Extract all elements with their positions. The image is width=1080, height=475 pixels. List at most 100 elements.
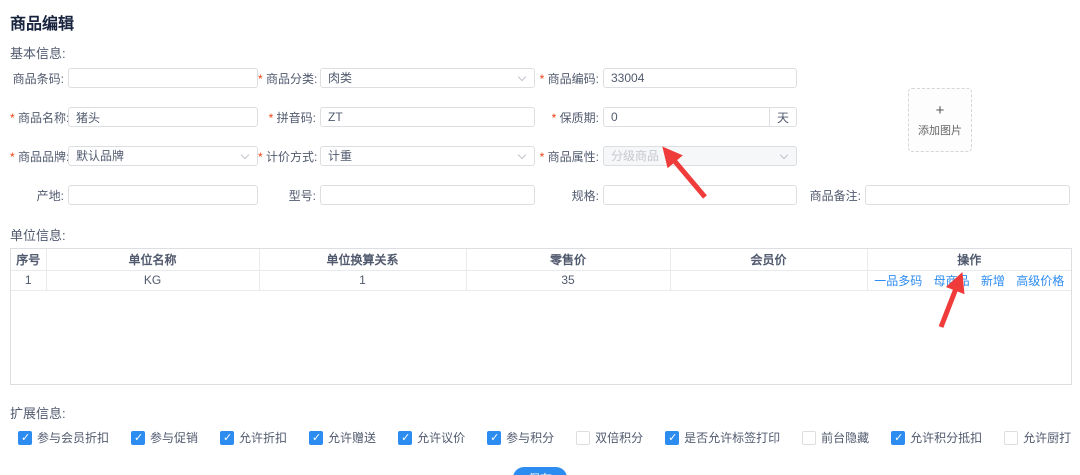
checkbox-label: 允许议价 [417, 429, 465, 446]
section-extended-info: 扩展信息: [10, 403, 1080, 422]
cell-seq: 1 [11, 270, 46, 290]
category-select-value: 肉类 [328, 71, 352, 85]
pinyin-code-label: 拼音码: [258, 109, 320, 126]
model-label: 型号: [258, 187, 320, 204]
spec-label: 规格: [535, 187, 603, 204]
col-seq: 序号 [11, 249, 46, 270]
checkbox[interactable] [220, 431, 234, 445]
checkbox[interactable] [309, 431, 323, 445]
link-advanced-price[interactable]: 高级价格 [1016, 274, 1064, 288]
cell-unit-name: KG [46, 270, 259, 290]
pinyin-code-input[interactable] [320, 107, 535, 127]
checkbox-label: 允许厨打 [1023, 429, 1071, 446]
checkbox-label: 允许积分抵扣 [910, 429, 982, 446]
product-attribute-label: 商品属性: [535, 148, 603, 165]
product-name-label: 商品名称: [10, 109, 68, 126]
add-image-button[interactable]: + 添加图片 [908, 88, 972, 152]
checkbox-member-discount[interactable]: 参与会员折扣 [18, 429, 109, 446]
checkbox-allow-gift[interactable]: 允许赠送 [309, 429, 376, 446]
col-unit-name: 单位名称 [46, 249, 259, 270]
pricing-method-label: 计价方式: [258, 148, 320, 165]
table-row: 1 KG 1 35 一品多码 母商品 新增 高级价格 [11, 270, 1071, 290]
checkbox-label: 是否允许标签打印 [684, 429, 780, 446]
col-member-price: 会员价 [670, 249, 867, 270]
checkbox-label-print[interactable]: 是否允许标签打印 [665, 429, 780, 446]
checkbox[interactable] [131, 431, 145, 445]
product-edit-page: 商品编辑 基本信息: 商品条码: 商品分类: 肉类 商品编码: 商品名称: 拼音… [0, 0, 1080, 475]
chevron-down-icon [518, 151, 526, 159]
remark-input[interactable] [865, 185, 1070, 205]
origin-label: 产地: [10, 187, 68, 204]
unit-table: 序号 单位名称 单位换算关系 零售价 会员价 操作 1 KG 1 35 一品多码 [10, 248, 1072, 385]
checkbox-promotion[interactable]: 参与促销 [131, 429, 198, 446]
shelf-life-unit-suffix: 天 [770, 107, 797, 127]
checkbox-hide-frontend[interactable]: 前台隐藏 [802, 429, 869, 446]
category-select[interactable]: 肉类 [320, 68, 535, 88]
product-attribute-select-value: 分级商品 [611, 149, 659, 163]
checkbox-points-deduction[interactable]: 允许积分抵扣 [891, 429, 982, 446]
chevron-down-icon [518, 73, 526, 81]
cell-conversion: 1 [259, 270, 466, 290]
checkbox-label: 允许赠送 [328, 429, 376, 446]
link-multi-barcode[interactable]: 一品多码 [874, 274, 922, 288]
shelf-life-group: 天 [603, 107, 797, 127]
chevron-down-icon [241, 151, 249, 159]
section-basic-info: 基本信息: [10, 43, 1080, 62]
cell-member-price [670, 270, 867, 290]
col-retail-price: 零售价 [466, 249, 670, 270]
barcode-input[interactable] [68, 68, 258, 88]
basic-info-form: 商品条码: 商品分类: 肉类 商品编码: 商品名称: 拼音码: 保质期: 天 商… [10, 68, 1070, 205]
shelf-life-input[interactable] [603, 107, 770, 127]
checkbox-label: 参与促销 [150, 429, 198, 446]
page-title: 商品编辑 [10, 10, 1080, 34]
plus-icon: + [936, 103, 945, 119]
cell-retail-price: 35 [466, 270, 670, 290]
checkbox-allow-discount[interactable]: 允许折扣 [220, 429, 287, 446]
checkbox[interactable] [665, 431, 679, 445]
checkbox[interactable] [891, 431, 905, 445]
origin-input[interactable] [68, 185, 258, 205]
extended-checkbox-row: 参与会员折扣 参与促销 允许折扣 允许赠送 允许议价 参与积分 双倍积分 是否允… [18, 429, 1080, 446]
category-label: 商品分类: [258, 70, 320, 87]
footer: 保存 [10, 467, 1070, 475]
checkbox[interactable] [576, 431, 590, 445]
checkbox-label: 参与会员折扣 [37, 429, 109, 446]
link-add-unit[interactable]: 新增 [981, 274, 1005, 288]
unit-table-header-row: 序号 单位名称 单位换算关系 零售价 会员价 操作 [11, 249, 1071, 270]
checkbox-allow-bargain[interactable]: 允许议价 [398, 429, 465, 446]
checkbox[interactable] [487, 431, 501, 445]
cell-actions: 一品多码 母商品 新增 高级价格 [867, 270, 1071, 290]
product-name-input[interactable] [68, 107, 258, 127]
spec-input[interactable] [603, 185, 797, 205]
checkbox[interactable] [802, 431, 816, 445]
col-actions: 操作 [867, 249, 1071, 270]
save-button[interactable]: 保存 [513, 467, 567, 475]
checkbox-double-points[interactable]: 双倍积分 [576, 429, 643, 446]
checkbox-points[interactable]: 参与积分 [487, 429, 554, 446]
checkbox-label: 参与积分 [506, 429, 554, 446]
checkbox[interactable] [1004, 431, 1018, 445]
col-conversion: 单位换算关系 [259, 249, 466, 270]
checkbox-kitchen-print[interactable]: 允许厨打 [1004, 429, 1071, 446]
brand-select[interactable]: 默认品牌 [68, 146, 258, 166]
product-attribute-select: 分级商品 [603, 146, 797, 166]
checkbox-label: 前台隐藏 [821, 429, 869, 446]
remark-label: 商品备注: [797, 187, 865, 204]
brand-label: 商品品牌: [10, 148, 68, 165]
product-code-input[interactable] [603, 68, 797, 88]
barcode-label: 商品条码: [10, 70, 68, 87]
pricing-method-select[interactable]: 计重 [320, 146, 535, 166]
link-parent-product[interactable]: 母商品 [934, 274, 970, 288]
add-image-label: 添加图片 [918, 122, 962, 138]
checkbox-label: 允许折扣 [239, 429, 287, 446]
checkbox-label: 双倍积分 [595, 429, 643, 446]
chevron-down-icon [780, 151, 788, 159]
checkbox[interactable] [398, 431, 412, 445]
model-input[interactable] [320, 185, 535, 205]
checkbox[interactable] [18, 431, 32, 445]
section-unit-info: 单位信息: [10, 225, 1080, 244]
shelf-life-label: 保质期: [535, 109, 603, 126]
brand-select-value: 默认品牌 [76, 149, 124, 163]
pricing-method-select-value: 计重 [328, 149, 352, 163]
product-code-label: 商品编码: [535, 70, 603, 87]
